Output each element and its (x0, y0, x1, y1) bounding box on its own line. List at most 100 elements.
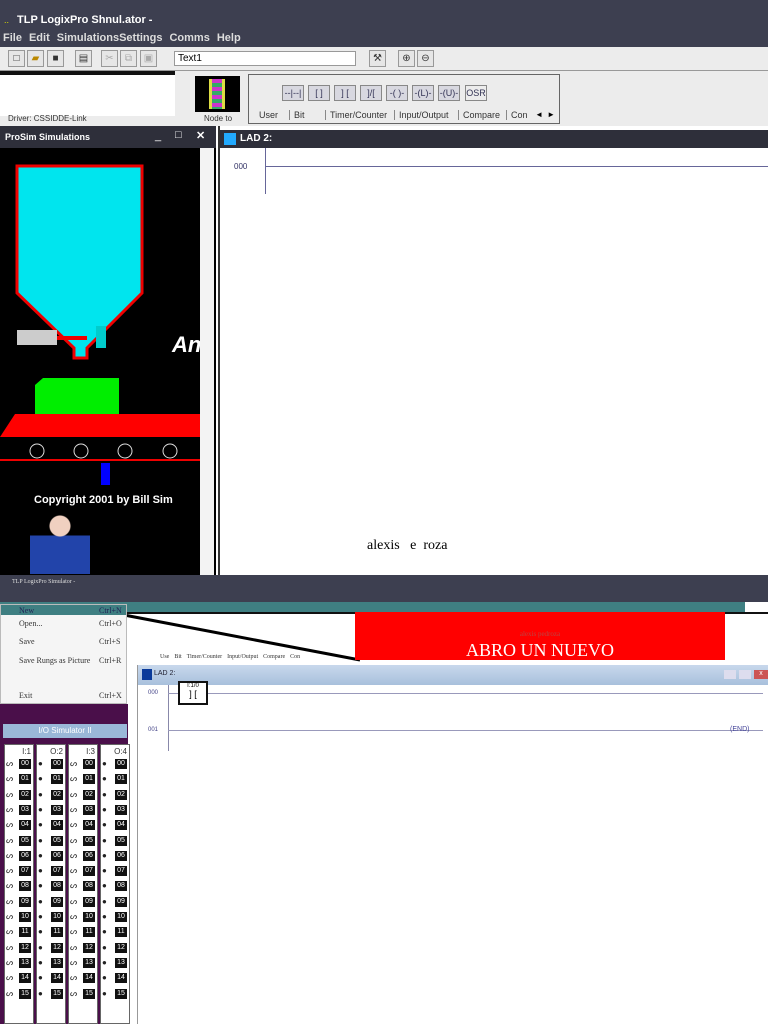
io-bit-label: 13 (19, 957, 31, 968)
otu-instr[interactable]: -(U)- (438, 85, 460, 101)
io-bit-label: 01 (115, 774, 127, 785)
tab-scroll-right-icon[interactable]: ► (547, 110, 555, 119)
toggle-switch-icon[interactable]: ᔕ (6, 912, 13, 921)
toggle-switch-icon[interactable]: ᔕ (70, 989, 77, 998)
toggle-switch-icon[interactable]: ᔕ (70, 958, 77, 967)
open-folder-icon[interactable]: ▰ (27, 50, 44, 67)
node-label: Node to (204, 114, 233, 123)
output-lamp-icon: ● (38, 957, 43, 967)
tab-scroll-left-icon[interactable]: ◄ (535, 110, 543, 119)
toggle-switch-icon[interactable]: ᔕ (70, 927, 77, 936)
toggle-switch-icon[interactable]: ᔕ (6, 805, 13, 814)
io-bit-label: 03 (51, 804, 63, 815)
rung-number: 000 (234, 162, 248, 171)
toggle-switch-icon[interactable]: ᔕ (6, 820, 13, 829)
toggle-switch-icon[interactable]: ᔕ (70, 836, 77, 845)
toggle-switch-icon[interactable]: ᔕ (70, 912, 77, 921)
menu-edit[interactable]: Edit (29, 32, 50, 44)
io-bit-label: 01 (51, 774, 63, 785)
io-bit-label: 10 (51, 912, 63, 922)
io-bit-label: 15 (19, 988, 31, 999)
io-bit-label: 07 (83, 866, 95, 877)
print-icon[interactable]: ▤ (75, 50, 92, 67)
toggle-switch-icon[interactable]: ᔕ (6, 774, 13, 783)
io-bit-label: 02 (115, 789, 127, 800)
menu-comms[interactable]: Comms (169, 32, 209, 44)
menu-item-new[interactable]: New Ctrl+N (1, 605, 126, 615)
io-bit-label: 15 (83, 988, 95, 999)
tab-con[interactable]: Con (506, 110, 532, 120)
toggle-switch-icon[interactable]: ᔕ (6, 836, 13, 845)
zoom-in-icon[interactable]: ⊕ (398, 50, 415, 67)
toggle-switch-icon[interactable]: ᔕ (6, 943, 13, 952)
xic-instr[interactable]: ] [ (334, 85, 356, 101)
toggle-switch-icon[interactable]: ᔕ (70, 759, 77, 768)
tab-input-output[interactable]: Input/Output (394, 110, 453, 120)
arrow-annotation (97, 607, 361, 662)
prosim-scrollbar[interactable] (200, 148, 214, 576)
io-bit-label: 11 (19, 927, 31, 938)
toggle-switch-icon[interactable]: ᔕ (6, 759, 13, 768)
zoom-out-icon[interactable]: ⊖ (417, 50, 434, 67)
tab-bit[interactable]: Bit (289, 110, 309, 120)
toggle-switch-icon[interactable]: ᔕ (6, 866, 13, 875)
close-icon[interactable]: x (754, 670, 768, 679)
io-bit-label: 14 (115, 973, 127, 984)
tab-compare[interactable]: Compare (458, 110, 504, 120)
save-icon[interactable]: ■ (47, 50, 64, 67)
io-bit-label: 05 (83, 835, 95, 846)
restore-icon[interactable] (739, 670, 751, 679)
output-lamp-icon: ● (102, 835, 107, 845)
toggle-switch-icon[interactable]: ᔕ (70, 881, 77, 890)
minimize-icon[interactable] (724, 670, 736, 679)
toggle-switch-icon[interactable]: ᔕ (6, 973, 13, 982)
box-instr[interactable]: [ ] (308, 85, 330, 101)
toggle-switch-icon[interactable]: ᔕ (6, 790, 13, 799)
toggle-switch-icon[interactable]: ᔕ (70, 805, 77, 814)
rung-line-001 (168, 730, 763, 731)
toggle-switch-icon[interactable]: ᔕ (70, 897, 77, 906)
menu-bar: File Edit SimulationsSettings Comms Help (3, 32, 241, 44)
menu-simulations-settings[interactable]: SimulationsSettings (57, 32, 163, 44)
xio-instr[interactable]: ]/[ (360, 85, 382, 101)
io-bit-label: 02 (83, 789, 95, 800)
toggle-switch-icon[interactable]: ᔕ (70, 820, 77, 829)
toggle-switch-icon[interactable]: ᔕ (70, 774, 77, 783)
toggle-switch-icon[interactable]: ᔕ (70, 851, 77, 860)
tab-timer-counter[interactable]: Timer/Counter (325, 110, 391, 120)
toggle-switch-icon[interactable]: ᔕ (70, 866, 77, 875)
copy-icon[interactable]: ⧉ (120, 50, 137, 67)
left-rail (168, 685, 169, 751)
minimize-icon[interactable]: _ (155, 130, 161, 142)
cut-icon[interactable]: ✂ (101, 50, 118, 67)
branch-instr[interactable]: --|--| (282, 85, 304, 101)
text-field[interactable]: Text1 (174, 51, 356, 66)
osr-instr[interactable]: OSR (465, 85, 487, 101)
caption-text: alexis e roza (367, 538, 448, 553)
maximize-icon[interactable]: □ (175, 129, 182, 141)
toggle-switch-icon[interactable]: ᔕ (6, 897, 13, 906)
io-bit-label: 11 (83, 927, 95, 938)
menu-help[interactable]: Help (217, 32, 241, 44)
tools-icon[interactable]: ⚒ (369, 50, 386, 67)
tab-user[interactable]: User (255, 110, 282, 120)
ote-instr[interactable]: -( )- (386, 85, 408, 101)
otl-instr[interactable]: -(L)- (412, 85, 434, 101)
io-bit-label: 06 (19, 850, 31, 861)
toggle-switch-icon[interactable]: ᔕ (6, 958, 13, 967)
toggle-switch-icon[interactable]: ᔕ (6, 989, 13, 998)
toggle-switch-icon[interactable]: ᔕ (6, 927, 13, 936)
toggle-switch-icon[interactable]: ᔕ (6, 881, 13, 890)
menu-file[interactable]: File (3, 32, 22, 44)
xic-contact[interactable]: I:1/0] [ (178, 681, 208, 705)
close-icon[interactable]: ✕ (196, 129, 205, 142)
new-file-icon[interactable]: □ (8, 50, 25, 67)
toggle-switch-icon[interactable]: ᔕ (70, 943, 77, 952)
toggle-switch-icon[interactable]: ᔕ (70, 973, 77, 982)
paste-icon[interactable]: ▣ (140, 50, 157, 67)
lad-bottom-title-bar: LAD 2: x (138, 665, 768, 685)
toggle-switch-icon[interactable]: ᔕ (6, 851, 13, 860)
output-lamp-icon: ● (38, 912, 43, 921)
output-lamp-icon: ● (38, 774, 43, 784)
toggle-switch-icon[interactable]: ᔕ (70, 790, 77, 799)
